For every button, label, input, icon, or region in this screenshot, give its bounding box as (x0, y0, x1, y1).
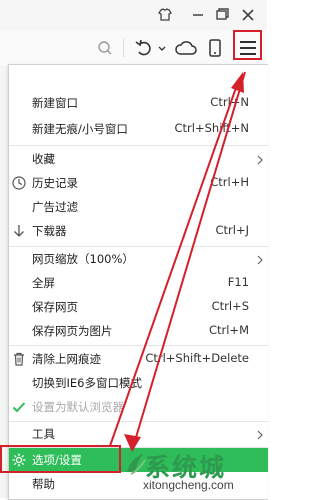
chevron-right-icon (257, 154, 264, 165)
chevron-right-icon (257, 254, 264, 265)
menu-item-save-page-as-image[interactable]: 保存网页为图片 Ctrl+M (9, 319, 268, 343)
menu-item-label: 广告过滤 (32, 200, 78, 214)
menu-item-favorites[interactable]: 收藏 (9, 147, 268, 171)
menu-item-shortcut: Ctrl+H (210, 175, 249, 189)
menu-item-history[interactable]: 历史记录 Ctrl+H (9, 171, 268, 195)
brand-logo-icon (127, 454, 146, 475)
cloud-icon[interactable] (174, 36, 198, 60)
close-icon[interactable] (238, 5, 258, 25)
phone-icon[interactable] (207, 36, 223, 60)
menu-item-fullscreen[interactable]: 全屏 F11 (9, 271, 268, 295)
menu-item-label: 收藏 (32, 152, 55, 166)
menu-separator (9, 345, 268, 346)
settings-item-highlight (0, 445, 121, 473)
menu-item-label: 切换到IE6多窗口模式 (32, 376, 142, 390)
watermark-url: xitongcheng.com (143, 478, 234, 492)
menu-item-label: 全屏 (32, 276, 55, 290)
menu-item-clear-traces[interactable]: 清除上网痕迹 Ctrl+Shift+Delete (9, 347, 268, 371)
menu-item-label: 保存网页为图片 (32, 324, 113, 338)
menu-item-label: 保存网页 (32, 300, 78, 314)
menu-item-label: 历史记录 (32, 176, 78, 190)
chevron-right-icon (257, 429, 264, 440)
menu-button-highlight (233, 30, 262, 60)
restore-icon[interactable] (212, 5, 232, 25)
menu-separator (9, 145, 268, 146)
menu-item-ad-filter[interactable]: 广告过滤 (9, 195, 268, 219)
menu-item-tools[interactable]: 工具 (9, 422, 268, 446)
menu-item-label: 下载器 (32, 224, 67, 238)
menu-item-shortcut: Ctrl+N (210, 95, 249, 109)
menu-item-label: 帮助 (32, 477, 55, 491)
menu-item-shortcut: Ctrl+Shift+N (174, 121, 249, 135)
menu-item-label: 新建无痕/小号窗口 (32, 122, 128, 136)
menu-item-shortcut: Ctrl+M (208, 323, 249, 337)
menu-item-page-zoom[interactable]: 网页缩放（100%） (9, 247, 268, 271)
download-icon (11, 223, 27, 239)
menu-item-new-incognito-window[interactable]: 新建无痕/小号窗口 Ctrl+Shift+N (9, 117, 268, 141)
menu-item-set-default-browser: 设置为默认浏览器 (9, 395, 268, 419)
clock-icon (11, 175, 27, 191)
menu-item-shortcut: Ctrl+J (215, 223, 250, 237)
menu-item-label: 网页缩放（100%） (32, 252, 134, 266)
menu-item-shortcut: Ctrl+Shift+Delete (145, 351, 249, 365)
menu-item-shortcut: F11 (227, 275, 249, 289)
menu-item-label: 工具 (32, 427, 55, 441)
title-bar (0, 0, 267, 30)
menu-item-save-page[interactable]: 保存网页 Ctrl+S (9, 295, 268, 319)
menu-item-label: 设置为默认浏览器 (32, 400, 124, 414)
undo-icon[interactable] (134, 36, 154, 60)
menu-item-new-window[interactable]: 新建窗口 Ctrl+N (9, 91, 268, 115)
minimize-icon[interactable] (188, 5, 208, 25)
skin-icon[interactable] (155, 5, 175, 25)
trash-icon (11, 351, 27, 367)
watermark-logo: 系统城 xitongcheng.com (125, 448, 267, 498)
menu-item-switch-ie6-mode[interactable]: 切换到IE6多窗口模式 (9, 371, 268, 395)
menu-item-shortcut: Ctrl+S (211, 299, 249, 313)
search-icon[interactable] (96, 36, 114, 60)
chevron-down-icon[interactable] (157, 36, 167, 60)
menu-item-downloader[interactable]: 下载器 Ctrl+J (9, 219, 268, 243)
menu-item-label: 新建窗口 (32, 96, 78, 110)
checkmark-icon (11, 399, 27, 415)
main-menu: 新建窗口 Ctrl+N 新建无痕/小号窗口 Ctrl+Shift+N 收藏 历史… (8, 64, 268, 500)
menu-item-label: 清除上网痕迹 (32, 352, 101, 366)
toolbar (0, 30, 267, 67)
